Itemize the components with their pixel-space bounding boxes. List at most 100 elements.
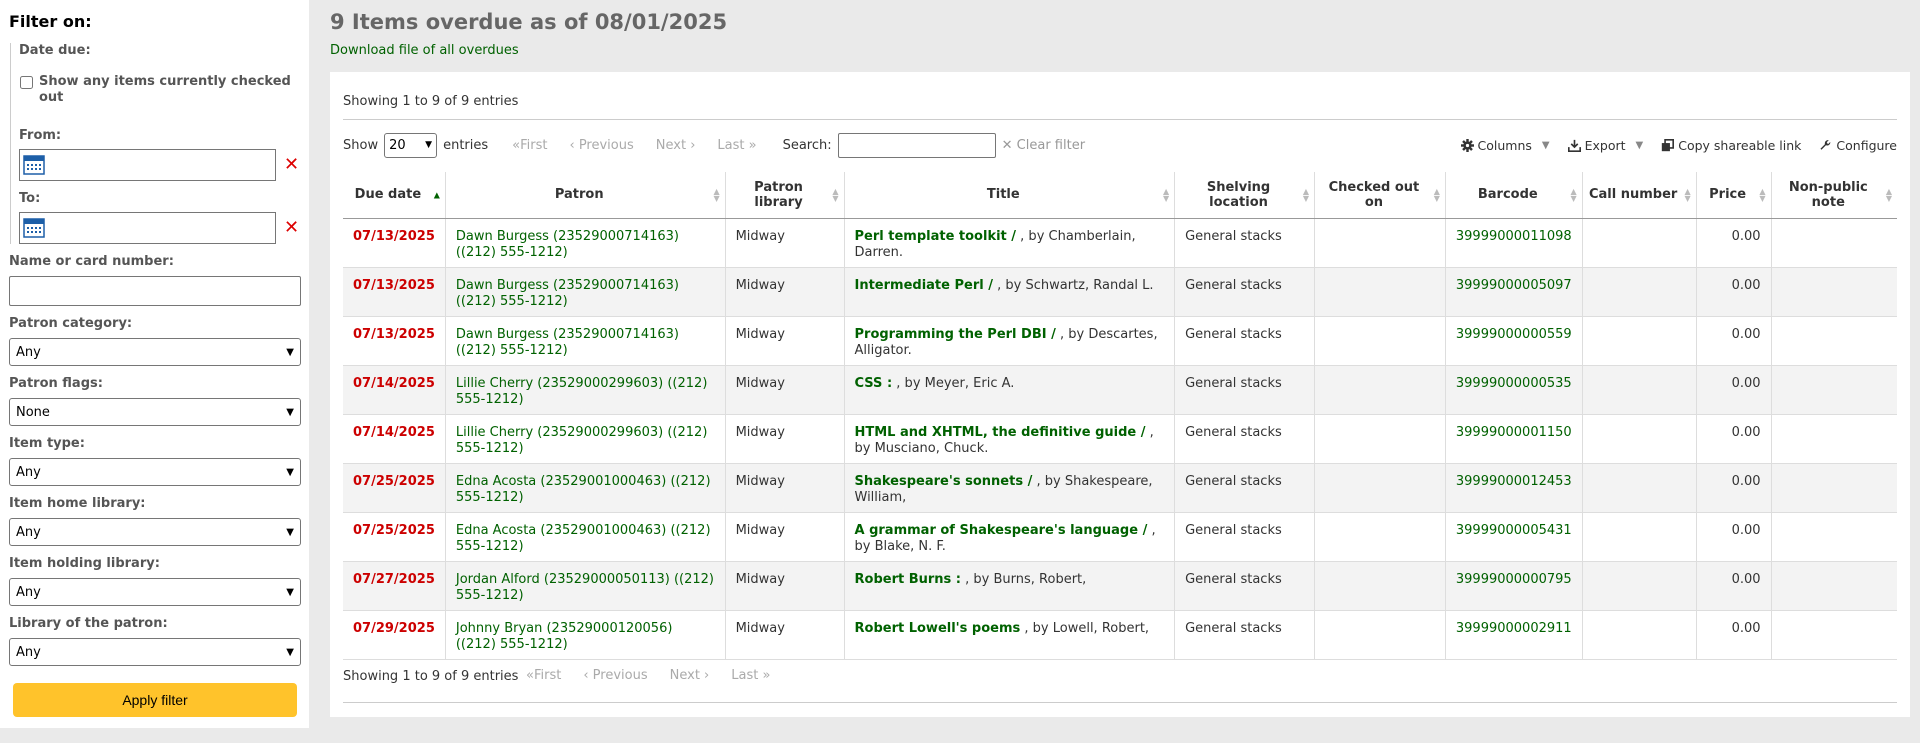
- first-page-button[interactable]: «First: [512, 138, 547, 153]
- title-cell: A grammar of Shakespeare's language / , …: [844, 512, 1176, 562]
- patron-phone[interactable]: ((212) 555-1212): [456, 343, 568, 358]
- from-date-input[interactable]: [19, 149, 276, 181]
- location-cell: General stacks: [1174, 463, 1315, 513]
- col-title[interactable]: Title ▲ ▼: [844, 172, 1176, 219]
- patron-link[interactable]: Lillie Cherry (23529000299603): [456, 425, 663, 440]
- checked-out-cell: [1314, 610, 1446, 660]
- barcode-link[interactable]: 39999000001150: [1456, 425, 1572, 440]
- title-link[interactable]: CSS :: [855, 376, 893, 391]
- clear-x-icon[interactable]: ✕: [284, 156, 299, 174]
- pager-top: «First ‹ Previous Next › Last »: [512, 138, 756, 153]
- title-link[interactable]: Shakespeare's sonnets /: [855, 474, 1033, 489]
- export-button[interactable]: Export ▼: [1567, 138, 1643, 153]
- next-page-button[interactable]: Next ›: [670, 668, 710, 683]
- page-title: 9 Items overdue as of 08/01/2025: [330, 10, 728, 34]
- col-barcode[interactable]: Barcode ▲ ▼: [1445, 172, 1583, 219]
- barcode-link[interactable]: 39999000011098: [1456, 229, 1572, 244]
- barcode-link[interactable]: 39999000002911: [1456, 621, 1572, 636]
- copy-link-button[interactable]: Copy shareable link: [1661, 138, 1801, 153]
- page-length-select[interactable]: 20 ▼: [384, 132, 438, 158]
- download-overdues-link[interactable]: Download file of all overdues: [330, 43, 1910, 58]
- title-link[interactable]: Robert Burns :: [855, 572, 962, 587]
- location-cell: General stacks: [1174, 218, 1315, 268]
- library-cell: Midway: [725, 463, 845, 513]
- flags-select[interactable]: None ▼: [9, 398, 301, 426]
- previous-page-button[interactable]: ‹ Previous: [583, 668, 647, 683]
- homelib-select[interactable]: Any ▼: [9, 518, 301, 546]
- title-link[interactable]: Programming the Perl DBI /: [855, 327, 1056, 342]
- columns-button[interactable]: Columns ▼: [1460, 138, 1550, 153]
- category-select[interactable]: Any ▼: [9, 338, 301, 366]
- calendar-icon[interactable]: [23, 218, 45, 238]
- gear-icon: [1460, 138, 1474, 152]
- col-patron[interactable]: Patron ▲ ▼: [445, 172, 726, 219]
- last-page-button[interactable]: Last »: [731, 668, 770, 683]
- search-input[interactable]: [837, 132, 996, 158]
- to-date-input[interactable]: [19, 212, 276, 244]
- title-link[interactable]: Intermediate Perl /: [855, 278, 993, 293]
- patron-link[interactable]: Dawn Burgess (23529000714163): [456, 229, 679, 244]
- patron-cell: Johnny Bryan (23529000120056) ((212) 555…: [445, 610, 726, 660]
- flags-field-group: Patron flags: None ▼: [9, 376, 301, 426]
- note-cell: [1771, 414, 1897, 464]
- sort-icon: ▲ ▼: [832, 186, 839, 203]
- barcode-link[interactable]: 39999000005097: [1456, 278, 1572, 293]
- show-checked-out-row[interactable]: Show any items currently checked out: [19, 74, 300, 106]
- search-group: Search: ✕ Clear filter: [783, 132, 1085, 158]
- col-patron-library[interactable]: Patron library ▲ ▼: [725, 172, 845, 219]
- from-label: From:: [19, 128, 62, 143]
- barcode-link[interactable]: 39999000012453: [1456, 474, 1572, 489]
- patron-phone[interactable]: ((212) 555-1212): [456, 294, 568, 309]
- col-call-number[interactable]: Call number ▲ ▼: [1582, 172, 1697, 219]
- patron-phone[interactable]: ((212) 555-1212): [456, 245, 568, 260]
- barcode-link[interactable]: 39999000000559: [1456, 327, 1572, 342]
- col-price[interactable]: Price ▲ ▼: [1696, 172, 1772, 219]
- first-page-button[interactable]: «First: [526, 668, 561, 683]
- price-cell: 0.00: [1696, 218, 1772, 268]
- clear-filter-button[interactable]: ✕ Clear filter: [1002, 138, 1085, 153]
- previous-page-button[interactable]: ‹ Previous: [569, 138, 633, 153]
- apply-filter-button[interactable]: Apply filter: [13, 683, 297, 717]
- clear-x-icon[interactable]: ✕: [284, 219, 299, 237]
- patron-phone[interactable]: ((212) 555-1212): [456, 637, 568, 652]
- show-checked-out-checkbox[interactable]: [20, 76, 33, 89]
- title-link[interactable]: A grammar of Shakespeare's language /: [855, 523, 1148, 538]
- col-shelving-location[interactable]: Shelving location ▲ ▼: [1174, 172, 1315, 219]
- col-non-public-note[interactable]: Non-public note ▲ ▼: [1771, 172, 1897, 219]
- name-input[interactable]: [9, 276, 301, 306]
- patron-link[interactable]: Lillie Cherry (23529000299603): [456, 376, 663, 391]
- last-page-button[interactable]: Last »: [717, 138, 756, 153]
- patronlib-select[interactable]: Any ▼: [9, 638, 301, 666]
- patron-link[interactable]: Edna Acosta (23529001000463): [456, 474, 666, 489]
- calendar-icon[interactable]: [23, 155, 45, 175]
- page-length-control: Show 20 ▼ entries: [343, 132, 488, 158]
- chevron-down-icon: ▼: [286, 346, 294, 358]
- sort-icon: ▲ ▼: [1302, 186, 1309, 203]
- patron-link[interactable]: Dawn Burgess (23529000714163): [456, 278, 679, 293]
- patron-link[interactable]: Johnny Bryan (23529000120056): [456, 621, 673, 636]
- patron-link[interactable]: Jordan Alford (23529000050113): [456, 572, 670, 587]
- sort-icon: ▲ ▼: [1433, 186, 1440, 203]
- name-field-group: Name or card number:: [9, 254, 301, 306]
- barcode-cell: 39999000005097: [1445, 267, 1583, 317]
- next-page-button[interactable]: Next ›: [656, 138, 696, 153]
- title-link[interactable]: Robert Lowell's poems: [855, 621, 1021, 636]
- patron-cell: Edna Acosta (23529001000463) ((212) 555-…: [445, 512, 726, 562]
- title-link[interactable]: Perl template toolkit /: [855, 229, 1017, 244]
- barcode-link[interactable]: 39999000000535: [1456, 376, 1572, 391]
- barcode-link[interactable]: 39999000000795: [1456, 572, 1572, 587]
- chevron-down-icon: ▼: [286, 586, 294, 598]
- patron-link[interactable]: Dawn Burgess (23529000714163): [456, 327, 679, 342]
- col-checked-out-on[interactable]: Checked out on ▲ ▼: [1314, 172, 1446, 219]
- itemtype-select[interactable]: Any ▼: [9, 458, 301, 486]
- col-due-date[interactable]: Due date ▲: [343, 172, 446, 219]
- configure-button[interactable]: Configure: [1819, 138, 1897, 153]
- patron-link[interactable]: Edna Acosta (23529001000463): [456, 523, 666, 538]
- holdlib-select[interactable]: Any ▼: [9, 578, 301, 606]
- title-link[interactable]: HTML and XHTML, the definitive guide /: [855, 425, 1146, 440]
- barcode-cell: 39999000012453: [1445, 463, 1583, 513]
- barcode-link[interactable]: 39999000005431: [1456, 523, 1572, 538]
- from-date-row: ✕: [19, 149, 300, 181]
- author-text: , by Burns, Robert,: [965, 571, 1087, 587]
- patron-cell: Dawn Burgess (23529000714163) ((212) 555…: [445, 316, 726, 366]
